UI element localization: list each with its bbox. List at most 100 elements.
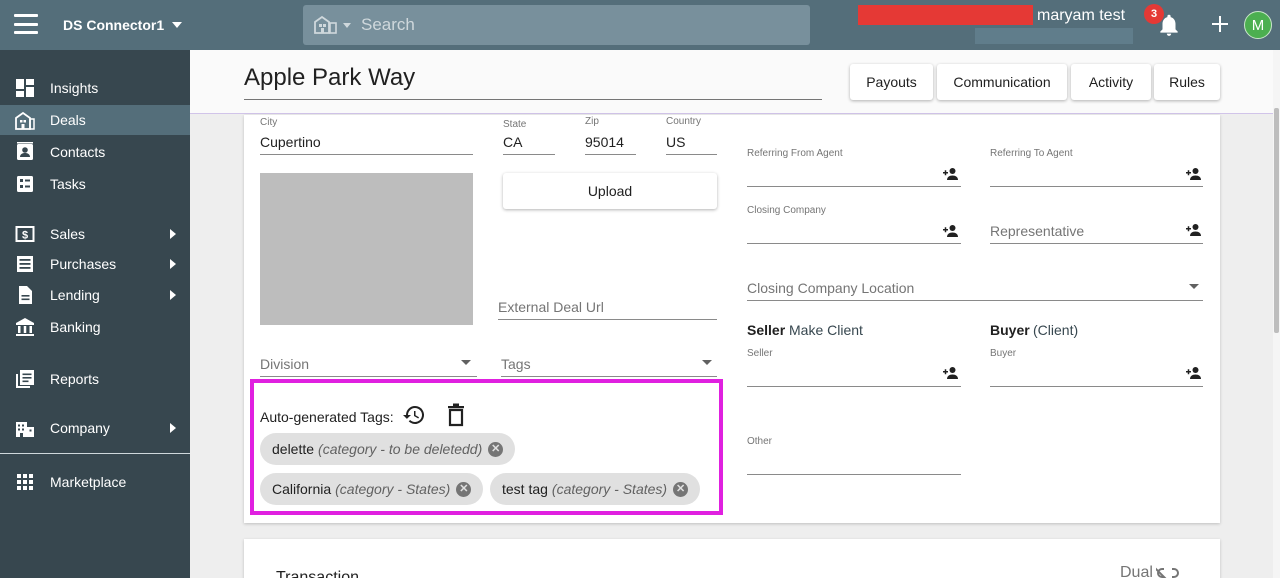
building-icon (16, 422, 34, 437)
tag-chip[interactable]: delette (category - to be deletedd) ✕ (260, 433, 516, 465)
city-field[interactable]: Cupertino (260, 134, 321, 150)
external-deal-url-field[interactable]: External Deal Url (498, 299, 604, 315)
sidebar-item-sales[interactable]: $ Sales (0, 219, 190, 249)
sidebar-item-tasks[interactable]: Tasks (0, 169, 190, 199)
communication-button[interactable]: Communication (937, 64, 1067, 100)
referring-from-label: Referring From Agent (747, 148, 843, 159)
closing-company-field[interactable] (747, 243, 961, 244)
deals-icon (15, 111, 35, 130)
other-label: Other (747, 436, 773, 447)
make-client-link[interactable]: Make Client (789, 322, 863, 338)
representative-underline (990, 243, 1203, 244)
city-underline (260, 154, 473, 155)
add-person-icon[interactable] (943, 366, 959, 380)
close-icon[interactable]: ✕ (673, 481, 689, 497)
avatar[interactable]: M (1244, 11, 1272, 39)
tasks-icon (17, 176, 33, 192)
title-underline (244, 99, 822, 100)
page-header: Apple Park Way Payouts Communication Act… (190, 50, 1273, 114)
document-icon (19, 286, 32, 304)
user-name[interactable]: maryam test (1037, 7, 1125, 25)
payouts-button[interactable]: Payouts (850, 64, 933, 100)
building-search-icon[interactable] (313, 15, 337, 35)
zip-underline (585, 154, 636, 155)
referring-to-label: Referring To Agent (990, 148, 1073, 159)
sidebar-item-contacts[interactable]: Contacts (0, 137, 190, 167)
sidebar-item-deals[interactable]: Deals (0, 105, 190, 135)
tag-chip[interactable]: test tag (category - States) ✕ (490, 473, 701, 505)
add-person-icon[interactable] (943, 224, 959, 238)
external-url-underline (498, 319, 717, 320)
notification-badge: 3 (1144, 4, 1164, 24)
dashboard-icon (16, 79, 34, 97)
tags-underline (501, 376, 717, 377)
property-image[interactable] (260, 173, 473, 325)
tag-category: (category - States) (335, 481, 451, 497)
add-person-icon[interactable] (1186, 223, 1202, 237)
close-icon[interactable]: ✕ (456, 481, 472, 497)
chevron-down-icon[interactable] (343, 22, 351, 28)
country-underline (666, 154, 717, 155)
plus-icon[interactable] (1209, 13, 1231, 35)
chevron-down-icon[interactable] (1189, 284, 1199, 289)
seller-label: Seller (747, 348, 773, 359)
sidebar-item-lending[interactable]: Lending (0, 280, 190, 310)
list-icon (17, 256, 33, 272)
scrollbar[interactable] (1273, 50, 1280, 578)
search-placeholder: Search (361, 15, 415, 34)
referring-from-field[interactable] (747, 186, 961, 187)
app-switcher[interactable]: DS Connector1 (63, 17, 183, 33)
tag-name: California (272, 481, 332, 497)
sidebar-item-reports[interactable]: Reports (0, 364, 190, 394)
upload-button[interactable]: Upload (503, 173, 717, 209)
sidebar-item-label: Insights (50, 80, 99, 96)
country-field[interactable]: US (666, 134, 685, 150)
chevron-down-icon[interactable] (702, 360, 712, 365)
sidebar-item-label: Marketplace (50, 474, 127, 490)
closing-company-label: Closing Company (747, 205, 826, 216)
add-person-icon[interactable] (1186, 366, 1202, 380)
sidebar-item-banking[interactable]: Banking (0, 312, 190, 342)
auto-tags-label: Auto-generated Tags: (260, 409, 394, 425)
sidebar-item-insights[interactable]: Insights (0, 73, 190, 103)
buyer-field[interactable] (990, 386, 1203, 387)
trash-icon[interactable] (446, 403, 466, 427)
chevron-right-icon (170, 423, 176, 433)
city-label: City (260, 117, 278, 128)
add-person-icon[interactable] (943, 167, 959, 181)
division-underline (260, 376, 477, 377)
app-name: DS Connector1 (63, 17, 165, 33)
sidebar-item-label: Purchases (50, 256, 117, 272)
other-field[interactable] (747, 474, 961, 475)
sidebar: Insights Deals Contacts Tasks $ Sales Pu… (0, 50, 190, 578)
close-icon[interactable]: ✕ (488, 441, 504, 457)
link-off-icon[interactable] (1156, 563, 1180, 578)
tags-select[interactable]: Tags (501, 356, 531, 372)
apps-icon (17, 474, 33, 490)
sidebar-item-company[interactable]: Company (0, 413, 190, 443)
sidebar-item-purchases[interactable]: Purchases (0, 249, 190, 279)
menu-icon[interactable] (14, 14, 38, 34)
sidebar-item-label: Contacts (50, 144, 106, 160)
page-title[interactable]: Apple Park Way (244, 64, 415, 92)
closing-company-location-select[interactable]: Closing Company Location (747, 280, 914, 296)
tag-chip[interactable]: California (category - States) ✕ (260, 473, 484, 505)
division-select[interactable]: Division (260, 356, 309, 372)
state-field[interactable]: CA (503, 134, 522, 150)
buyer-client-link[interactable]: (Client) (1033, 322, 1078, 338)
rules-button[interactable]: Rules (1154, 64, 1220, 100)
zip-field[interactable]: 95014 (585, 134, 624, 150)
search-input[interactable]: Search (303, 5, 810, 45)
scrollbar-thumb[interactable] (1274, 108, 1279, 333)
tag-category: (category - States) (551, 481, 668, 497)
activity-button[interactable]: Activity (1071, 64, 1151, 100)
referring-to-field[interactable] (990, 186, 1203, 187)
chevron-down-icon[interactable] (461, 360, 471, 365)
representative-field[interactable]: Representative (990, 223, 1084, 239)
sidebar-item-marketplace[interactable]: Marketplace (0, 467, 190, 497)
transaction-title: Transaction (276, 569, 359, 578)
seller-field[interactable] (747, 386, 961, 387)
add-person-icon[interactable] (1186, 167, 1202, 181)
history-icon[interactable] (402, 403, 426, 427)
sidebar-item-label: Company (50, 420, 110, 436)
